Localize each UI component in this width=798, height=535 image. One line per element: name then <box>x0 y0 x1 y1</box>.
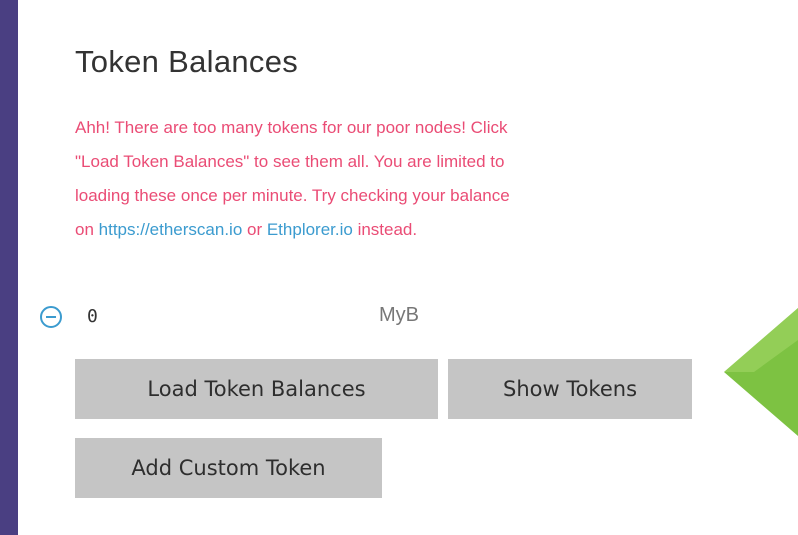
minus-circle-icon[interactable] <box>40 306 62 328</box>
token-warning-message: Ahh! There are too many tokens for our p… <box>75 111 755 247</box>
warning-line: loading these once per minute. Try check… <box>75 186 510 205</box>
show-tokens-button[interactable]: Show Tokens <box>448 359 692 419</box>
warning-line: Ahh! There are too many tokens for our p… <box>75 118 508 137</box>
warning-text: or <box>242 220 267 239</box>
warning-line: on https://etherscan.io or Ethplorer.io … <box>75 213 755 247</box>
token-balance: 0 <box>87 306 98 327</box>
etherscan-link[interactable]: https://etherscan.io <box>99 220 243 239</box>
token-symbol: MyB <box>379 304 419 326</box>
left-arrow-icon <box>724 308 798 436</box>
warning-text: instead. <box>352 220 418 239</box>
token-balances-panel: Token Balances Ahh! There are too many t… <box>18 0 798 535</box>
section-title: Token Balances <box>75 44 299 79</box>
ethplorer-link[interactable]: Ethplorer.io <box>267 220 353 239</box>
add-custom-token-button[interactable]: Add Custom Token <box>75 438 382 498</box>
token-row: 0 MyB <box>40 304 640 332</box>
warning-text: on <box>75 220 99 239</box>
warning-line: "Load Token Balances" to see them all. Y… <box>75 152 505 171</box>
load-token-balances-button[interactable]: Load Token Balances <box>75 359 438 419</box>
